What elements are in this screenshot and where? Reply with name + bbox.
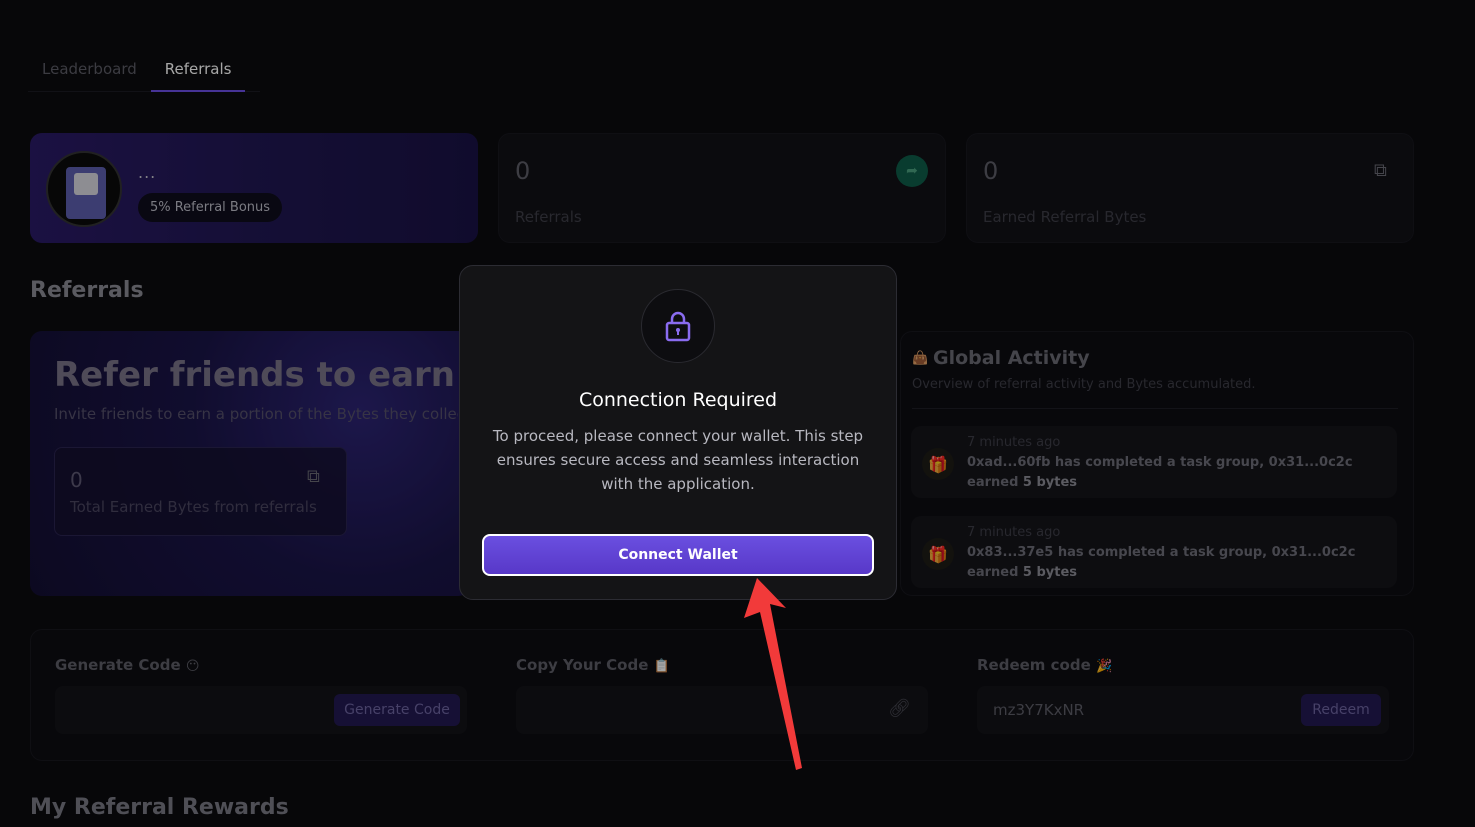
lock-icon <box>665 311 691 342</box>
lock-icon-wrapper <box>641 289 715 363</box>
modal-title: Connection Required <box>578 389 778 411</box>
modal-description: To proceed, please connect your wallet. … <box>492 427 864 493</box>
referrals-page: Leaderboard Referrals ... 5% Referral Bo… <box>0 0 1475 827</box>
connect-wallet-button[interactable]: Connect Wallet <box>482 534 874 576</box>
